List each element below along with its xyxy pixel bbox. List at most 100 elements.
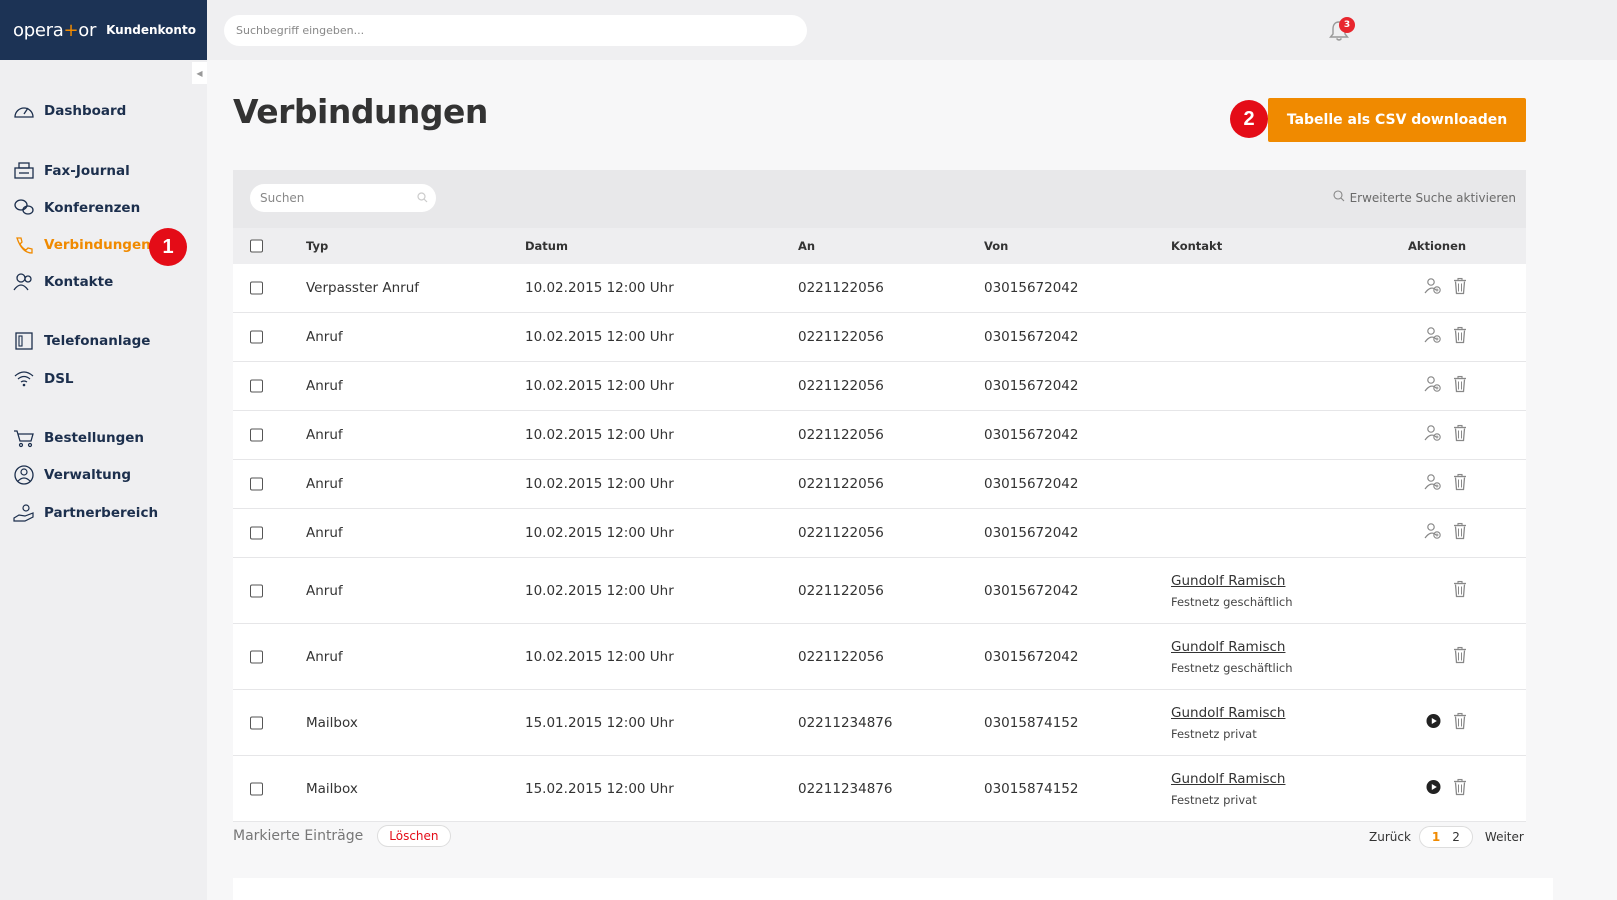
wifi-icon <box>12 367 36 391</box>
operator-logo: opera+or <box>13 19 97 41</box>
trash-icon[interactable] <box>1453 424 1467 446</box>
add-contact-icon[interactable] <box>1424 522 1442 544</box>
cell-kontakt: Gundolf Ramisch Festnetz geschäftlich <box>1171 573 1293 609</box>
sidebar-item-kontakte[interactable]: Kontakte <box>12 268 113 296</box>
table-row[interactable]: Verpasster Anruf 10.02.2015 12:00 Uhr 0221… <box>233 264 1526 313</box>
page-2-link[interactable]: 2 <box>1452 830 1460 844</box>
select-all-checkbox[interactable] <box>250 239 263 253</box>
annotation-marker-2: 2 <box>1230 100 1268 138</box>
trash-icon[interactable] <box>1453 326 1467 348</box>
play-icon[interactable] <box>1426 779 1441 798</box>
contact-type: Festnetz geschäftlich <box>1171 660 1293 675</box>
header-datum[interactable]: Datum <box>525 239 568 253</box>
table-row[interactable]: Anruf 10.02.2015 12:00 Uhr 0221122056 03015… <box>233 411 1526 460</box>
row-checkbox[interactable] <box>250 428 263 442</box>
cell-datum: 10.02.2015 12:00 Uhr <box>525 329 674 345</box>
trash-icon[interactable] <box>1453 522 1467 544</box>
global-search-input[interactable]: Suchbegriff eingeben... <box>224 15 807 46</box>
page-selector: 1 2 <box>1418 826 1473 848</box>
connections-table: Suchen Erweiterte Suche aktivieren Typ D… <box>233 170 1526 822</box>
sidebar-item-fax-journal[interactable]: Fax-Journal <box>12 157 130 185</box>
table-row[interactable]: Mailbox 15.02.2015 12:00 Uhr 02211234876 03… <box>233 756 1526 822</box>
table-row[interactable]: Mailbox 15.01.2015 12:00 Uhr 02211234876 03… <box>233 690 1526 756</box>
cell-datum: 10.02.2015 12:00 Uhr <box>525 280 674 296</box>
trash-icon[interactable] <box>1453 277 1467 299</box>
header-aktionen: Aktionen <box>1408 239 1467 253</box>
contact-name-link[interactable]: Gundolf Ramisch <box>1171 639 1293 655</box>
fax-icon <box>12 159 36 183</box>
cell-typ: Anruf <box>306 582 343 599</box>
row-checkbox[interactable] <box>250 716 263 729</box>
contact-name-link[interactable]: Gundolf Ramisch <box>1171 771 1285 787</box>
cart-icon <box>12 426 36 450</box>
cell-typ: Anruf <box>306 427 343 443</box>
pagination: Zurück 1 2 Weiter <box>1369 826 1524 848</box>
play-icon[interactable] <box>1426 713 1441 732</box>
sidebar-item-bestellungen[interactable]: Bestellungen <box>12 424 144 452</box>
header-von[interactable]: Von <box>984 239 1008 253</box>
row-checkbox[interactable] <box>250 650 263 663</box>
header-an[interactable]: An <box>798 239 815 253</box>
csv-download-button[interactable]: Tabelle als CSV downloaden <box>1268 98 1526 142</box>
cell-typ: Anruf <box>306 378 343 394</box>
row-checkbox[interactable] <box>250 330 263 344</box>
table-header: Typ Datum An Von Kontakt Aktionen <box>233 228 1526 264</box>
sidebar-item-verwaltung[interactable]: Verwaltung <box>12 461 131 489</box>
cell-an: 02211234876 <box>798 714 893 731</box>
contact-type: Festnetz privat <box>1171 726 1257 741</box>
cell-von: 03015672042 <box>984 378 1079 394</box>
sidebar-item-partnerbereich[interactable]: Partnerbereich <box>12 499 158 527</box>
cell-datum: 10.02.2015 12:00 Uhr <box>525 476 674 492</box>
table-row[interactable]: Anruf 10.02.2015 12:00 Uhr 0221122056 03015… <box>233 558 1526 624</box>
cell-typ: Anruf <box>306 525 343 541</box>
add-contact-icon[interactable] <box>1424 326 1442 348</box>
account-label: Kundenkonto <box>106 23 196 37</box>
row-checkbox[interactable] <box>250 782 263 795</box>
table-filter-bar: Suchen Erweiterte Suche aktivieren <box>233 170 1526 228</box>
row-checkbox[interactable] <box>250 281 263 295</box>
speedometer-icon <box>12 99 36 123</box>
header-kontakt[interactable]: Kontakt <box>1171 239 1222 253</box>
pagination-back[interactable]: Zurück <box>1369 830 1411 844</box>
page-1-link[interactable]: 1 <box>1432 830 1440 844</box>
add-contact-icon[interactable] <box>1424 277 1442 299</box>
row-checkbox[interactable] <box>250 477 263 491</box>
trash-icon[interactable] <box>1453 375 1467 397</box>
brand-block[interactable]: opera+or Kundenkonto <box>0 0 207 60</box>
add-contact-icon[interactable] <box>1424 424 1442 446</box>
sidebar-item-dashboard[interactable]: Dashboard <box>12 97 126 125</box>
bottom-panel <box>233 878 1553 900</box>
table-row[interactable]: Anruf 10.02.2015 12:00 Uhr 0221122056 03015… <box>233 460 1526 509</box>
row-checkbox[interactable] <box>250 584 263 597</box>
cell-an: 0221122056 <box>798 329 884 345</box>
contact-name-link[interactable]: Gundolf Ramisch <box>1171 573 1293 589</box>
table-row[interactable]: Anruf 10.02.2015 12:00 Uhr 0221122056 03015… <box>233 624 1526 690</box>
trash-icon[interactable] <box>1453 473 1467 495</box>
cell-typ: Anruf <box>306 329 343 345</box>
advanced-search-link[interactable]: Erweiterte Suche aktivieren <box>1333 190 1516 205</box>
cell-von: 03015874152 <box>984 780 1079 797</box>
row-checkbox[interactable] <box>250 526 263 540</box>
sidebar-item-telefonanlage[interactable]: Telefonanlage <box>12 327 150 355</box>
table-row[interactable]: Anruf 10.02.2015 12:00 Uhr 0221122056 03015… <box>233 509 1526 558</box>
trash-icon[interactable] <box>1453 646 1467 667</box>
sidebar-item-konferenzen[interactable]: Konferenzen <box>12 194 140 222</box>
pagination-next[interactable]: Weiter <box>1485 830 1524 844</box>
row-checkbox[interactable] <box>250 379 263 393</box>
trash-icon[interactable] <box>1453 778 1467 799</box>
table-search-input[interactable]: Suchen <box>250 184 436 212</box>
sidebar-collapse-button[interactable]: ◀ <box>192 62 207 84</box>
cell-datum: 15.01.2015 12:00 Uhr <box>525 714 674 731</box>
table-row[interactable]: Anruf 10.02.2015 12:00 Uhr 0221122056 03015… <box>233 313 1526 362</box>
sidebar-item-verbindungen[interactable]: Verbindungen <box>12 231 151 259</box>
contact-name-link[interactable]: Gundolf Ramisch <box>1171 705 1285 721</box>
add-contact-icon[interactable] <box>1424 375 1442 397</box>
table-row[interactable]: Anruf 10.02.2015 12:00 Uhr 0221122056 03015… <box>233 362 1526 411</box>
trash-icon[interactable] <box>1453 580 1467 601</box>
add-contact-icon[interactable] <box>1424 473 1442 495</box>
delete-button[interactable]: Löschen <box>377 825 451 847</box>
header-typ[interactable]: Typ <box>306 239 328 253</box>
trash-icon[interactable] <box>1453 712 1467 733</box>
contact-type: Festnetz privat <box>1171 792 1257 807</box>
sidebar-item-dsl[interactable]: DSL <box>12 365 74 393</box>
